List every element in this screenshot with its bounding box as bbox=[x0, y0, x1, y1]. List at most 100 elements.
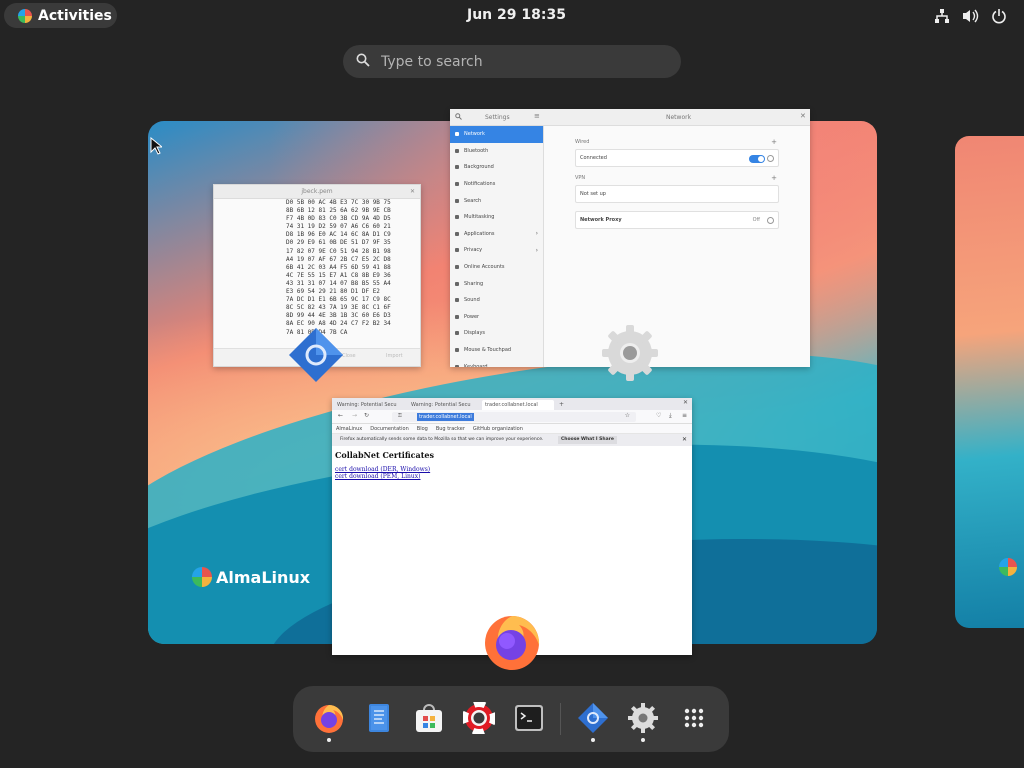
sidebar-item-icon bbox=[455, 248, 459, 253]
sidebar-item[interactable]: Applications › bbox=[450, 226, 543, 243]
downloads-icon[interactable]: ⤓ bbox=[669, 412, 672, 420]
certificate-viewer-icon[interactable] bbox=[287, 326, 345, 388]
sidebar-item[interactable]: Privacy › bbox=[450, 242, 543, 259]
bookmark-item[interactable]: GitHub organization bbox=[473, 424, 523, 433]
pocket-icon[interactable]: ♡ bbox=[656, 412, 661, 419]
menu-icon[interactable]: ≡ bbox=[682, 412, 687, 419]
running-indicator bbox=[641, 738, 645, 742]
search-icon[interactable] bbox=[455, 113, 462, 122]
sidebar-item-icon bbox=[455, 231, 459, 236]
sidebar-item[interactable]: Power bbox=[450, 309, 543, 326]
network-proxy-row[interactable]: Network Proxy Off bbox=[575, 211, 779, 229]
firefox-icon[interactable] bbox=[481, 611, 543, 675]
sidebar-item[interactable]: Sharing bbox=[450, 275, 543, 292]
window-titlebar: jbeck.pem ✕ bbox=[214, 185, 420, 199]
choose-what-i-share-button[interactable]: Choose What I Share bbox=[558, 436, 617, 444]
page-title: Network bbox=[666, 114, 692, 121]
bookmark-item[interactable]: Documentation bbox=[370, 424, 409, 433]
chevron-right-icon: › bbox=[535, 230, 538, 238]
network-icon[interactable] bbox=[934, 8, 950, 28]
window-title: jbeck.pem bbox=[301, 188, 333, 195]
sidebar-item[interactable]: Sound bbox=[450, 292, 543, 309]
app-grid-icon[interactable] bbox=[678, 702, 710, 734]
power-icon[interactable] bbox=[991, 8, 1007, 28]
dash-separator bbox=[560, 703, 561, 735]
browser-tab[interactable]: Warning: Potential Secu bbox=[408, 400, 480, 410]
sidebar-item-label: Bluetooth bbox=[464, 147, 489, 154]
sidebar-item[interactable]: Mouse & Touchpad bbox=[450, 342, 543, 359]
bookmark-item[interactable]: AlmaLinux bbox=[336, 424, 362, 433]
sidebar-item-label: Displays bbox=[464, 330, 486, 337]
sidebar-item[interactable]: Keyboard bbox=[450, 358, 543, 367]
menu-icon[interactable]: ≡ bbox=[534, 112, 540, 120]
back-icon[interactable]: ← bbox=[338, 412, 343, 419]
import-button[interactable]: Import bbox=[386, 353, 403, 359]
software-icon[interactable] bbox=[413, 702, 445, 734]
running-indicator bbox=[327, 738, 331, 742]
sidebar-item-icon bbox=[455, 265, 459, 270]
mouse-cursor-icon bbox=[150, 136, 164, 159]
sidebar-item-label: Search bbox=[464, 197, 482, 204]
bookmark-item[interactable]: Blog bbox=[417, 424, 428, 433]
firefox-icon[interactable] bbox=[313, 702, 345, 742]
workspace-thumbnail-next[interactable] bbox=[955, 136, 1024, 628]
wired-section: Wired + bbox=[575, 138, 779, 146]
browser-tab-active[interactable]: trader.collabnet.local bbox=[482, 400, 554, 410]
hex-dump: D0 5B 00 AC 4B E3 7C 30 9B 75 8B 6B 12 8… bbox=[286, 199, 391, 336]
almalinux-logo-icon bbox=[999, 558, 1017, 576]
sidebar-item-label: Background bbox=[464, 164, 494, 171]
add-icon[interactable]: + bbox=[771, 174, 777, 182]
close-icon[interactable]: ✕ bbox=[683, 399, 688, 406]
help-icon[interactable] bbox=[462, 701, 496, 735]
sidebar-item-label: Privacy bbox=[464, 247, 483, 254]
sidebar-item-label: Multitasking bbox=[464, 214, 495, 221]
cert-download-pem-link[interactable]: cert download (PEM, Linux) bbox=[335, 473, 689, 480]
sidebar-item[interactable]: Multitasking bbox=[450, 209, 543, 226]
url-bar[interactable]: ⚿ trader.collabnet.local ☆ bbox=[392, 412, 636, 422]
sidebar-item-label: Applications bbox=[464, 230, 495, 237]
sidebar-item[interactable]: Network bbox=[450, 126, 543, 143]
settings-icon[interactable] bbox=[599, 322, 661, 388]
close-icon[interactable]: ✕ bbox=[800, 112, 806, 120]
text-editor-icon[interactable] bbox=[363, 702, 395, 734]
network-panel: Wired + Connected VPN + Not set up Netwo… bbox=[575, 138, 779, 237]
new-tab-icon[interactable]: + bbox=[556, 400, 564, 410]
sidebar-item[interactable]: Online Accounts bbox=[450, 259, 543, 276]
forward-icon[interactable]: → bbox=[352, 412, 357, 419]
search-input[interactable] bbox=[381, 53, 661, 70]
search-bar[interactable] bbox=[343, 45, 681, 78]
vpn-section: VPN + bbox=[575, 174, 779, 182]
sidebar-item[interactable]: Search bbox=[450, 192, 543, 209]
close-icon[interactable]: ✕ bbox=[410, 185, 415, 199]
close-icon[interactable]: ✕ bbox=[682, 434, 687, 446]
window-titlebar: Settings ≡ Network ✕ bbox=[450, 109, 810, 126]
sidebar-item-icon bbox=[455, 348, 459, 353]
sidebar-item-icon bbox=[455, 148, 459, 153]
browser-tab[interactable]: Warning: Potential Secu bbox=[334, 400, 406, 410]
proxy-value: Off bbox=[752, 217, 760, 223]
clock[interactable]: Jun 29 18:35 bbox=[467, 7, 566, 23]
bookmark-item[interactable]: Bug tracker bbox=[436, 424, 465, 433]
reload-icon[interactable]: ↻ bbox=[364, 412, 369, 419]
sidebar-item[interactable]: Displays bbox=[450, 325, 543, 342]
search-icon bbox=[356, 52, 370, 71]
terminal-icon[interactable] bbox=[513, 702, 545, 734]
cert-download-der-link[interactable]: cert download (DER, Windows) bbox=[335, 466, 689, 473]
settings-icon[interactable] bbox=[627, 702, 659, 742]
sidebar-item[interactable]: Bluetooth bbox=[450, 143, 543, 160]
certificate-viewer-icon[interactable] bbox=[577, 702, 609, 742]
volume-icon[interactable] bbox=[962, 8, 980, 28]
tab-strip: Warning: Potential Secu Warning: Potenti… bbox=[332, 398, 692, 410]
gear-icon[interactable] bbox=[767, 217, 774, 224]
vpn-row: Not set up bbox=[575, 185, 779, 203]
sidebar-item[interactable]: Background bbox=[450, 159, 543, 176]
activities-button[interactable]: Activities bbox=[4, 3, 117, 28]
gear-icon[interactable] bbox=[767, 155, 774, 162]
add-icon[interactable]: + bbox=[771, 138, 777, 146]
sidebar-item-icon bbox=[455, 298, 459, 303]
wired-toggle[interactable] bbox=[749, 155, 765, 163]
sidebar-item[interactable]: Notifications bbox=[450, 176, 543, 193]
bookmark-star-icon[interactable]: ☆ bbox=[625, 412, 630, 419]
bookmarks-toolbar: AlmaLinux Documentation Blog Bug tracker… bbox=[332, 424, 692, 434]
wired-connection-row[interactable]: Connected bbox=[575, 149, 779, 167]
